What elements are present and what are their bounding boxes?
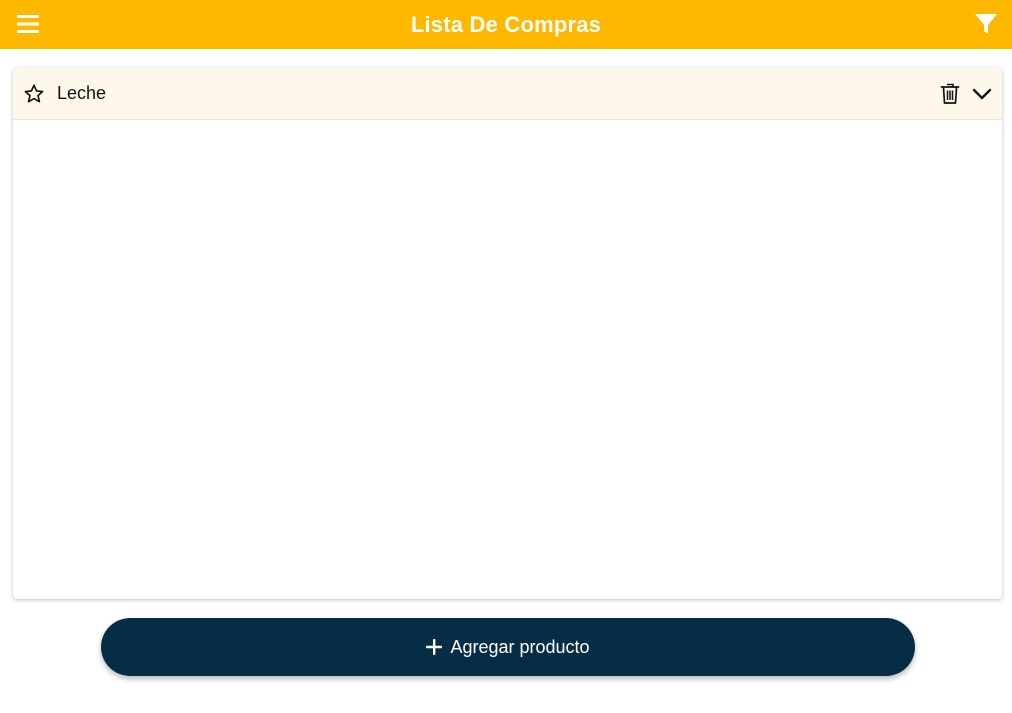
shopping-list-card: Leche bbox=[13, 68, 1002, 599]
star-outline-icon bbox=[24, 83, 44, 103]
filter-funnel-icon bbox=[975, 14, 997, 34]
favorite-toggle[interactable] bbox=[22, 82, 46, 106]
add-product-label: Agregar producto bbox=[450, 636, 590, 657]
item-actions bbox=[938, 68, 994, 119]
chevron-down-icon bbox=[972, 88, 992, 99]
expand-item-button[interactable] bbox=[970, 82, 994, 106]
page-title: Lista De Compras bbox=[410, 11, 602, 37]
list-item[interactable]: Leche bbox=[13, 68, 1002, 120]
delete-item-button[interactable] bbox=[938, 82, 962, 106]
plus-icon bbox=[426, 639, 443, 655]
app-header: Lista De Compras bbox=[0, 0, 1012, 49]
item-name: Leche bbox=[57, 83, 107, 103]
menu-button[interactable] bbox=[16, 12, 40, 36]
trash-icon bbox=[940, 83, 960, 104]
add-product-button[interactable]: Agregar producto bbox=[101, 618, 915, 676]
filter-button[interactable] bbox=[972, 11, 1000, 37]
hamburger-menu-icon bbox=[17, 15, 39, 33]
